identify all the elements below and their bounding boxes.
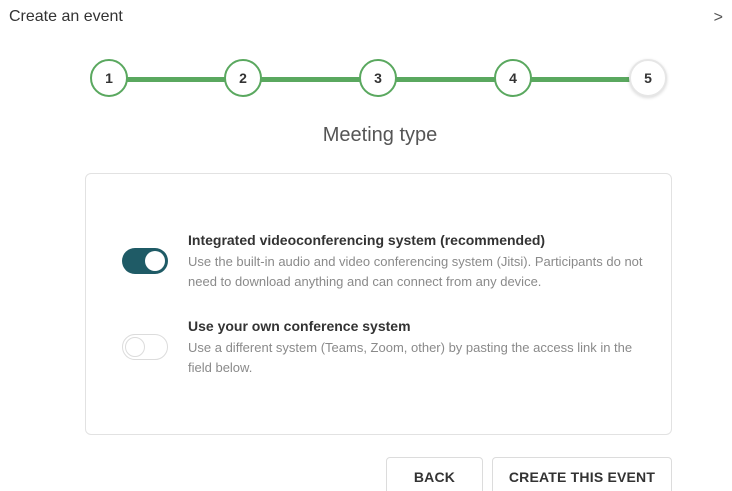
- toggle-knob: [145, 251, 165, 271]
- option-description: Use a different system (Teams, Zoom, oth…: [188, 340, 633, 375]
- toggle-knob: [125, 337, 145, 357]
- step-1[interactable]: 1: [90, 59, 128, 97]
- step-connector-4-5: [530, 77, 638, 82]
- integrated-videoconf-toggle[interactable]: [122, 248, 168, 274]
- step-connector-1-2: [126, 77, 234, 82]
- option-description: Use the built-in audio and video confere…: [188, 254, 643, 289]
- option-own-conference: Use your own conference system Use a dif…: [188, 318, 658, 378]
- stepper: 1 2 3 4 5: [0, 0, 732, 110]
- own-conference-toggle[interactable]: [122, 334, 168, 360]
- step-connector-3-4: [395, 77, 503, 82]
- step-2[interactable]: 2: [224, 59, 262, 97]
- step-5[interactable]: 5: [629, 59, 667, 97]
- step-3[interactable]: 3: [359, 59, 397, 97]
- option-title: Use your own conference system: [188, 318, 411, 334]
- option-title: Integrated videoconferencing system (rec…: [188, 232, 546, 248]
- section-title: Meeting type: [322, 124, 438, 146]
- option-integrated-videoconf: Integrated videoconferencing system (rec…: [188, 232, 658, 292]
- step-connector-2-3: [260, 77, 368, 82]
- step-4[interactable]: 4: [494, 59, 532, 97]
- back-button[interactable]: BACK: [386, 457, 483, 491]
- create-event-page: Create an event > 1 2 3 4 5 Meeting type…: [0, 0, 732, 491]
- meeting-type-card: Integrated videoconferencing system (rec…: [85, 173, 672, 435]
- create-event-button[interactable]: CREATE THIS EVENT: [492, 457, 672, 491]
